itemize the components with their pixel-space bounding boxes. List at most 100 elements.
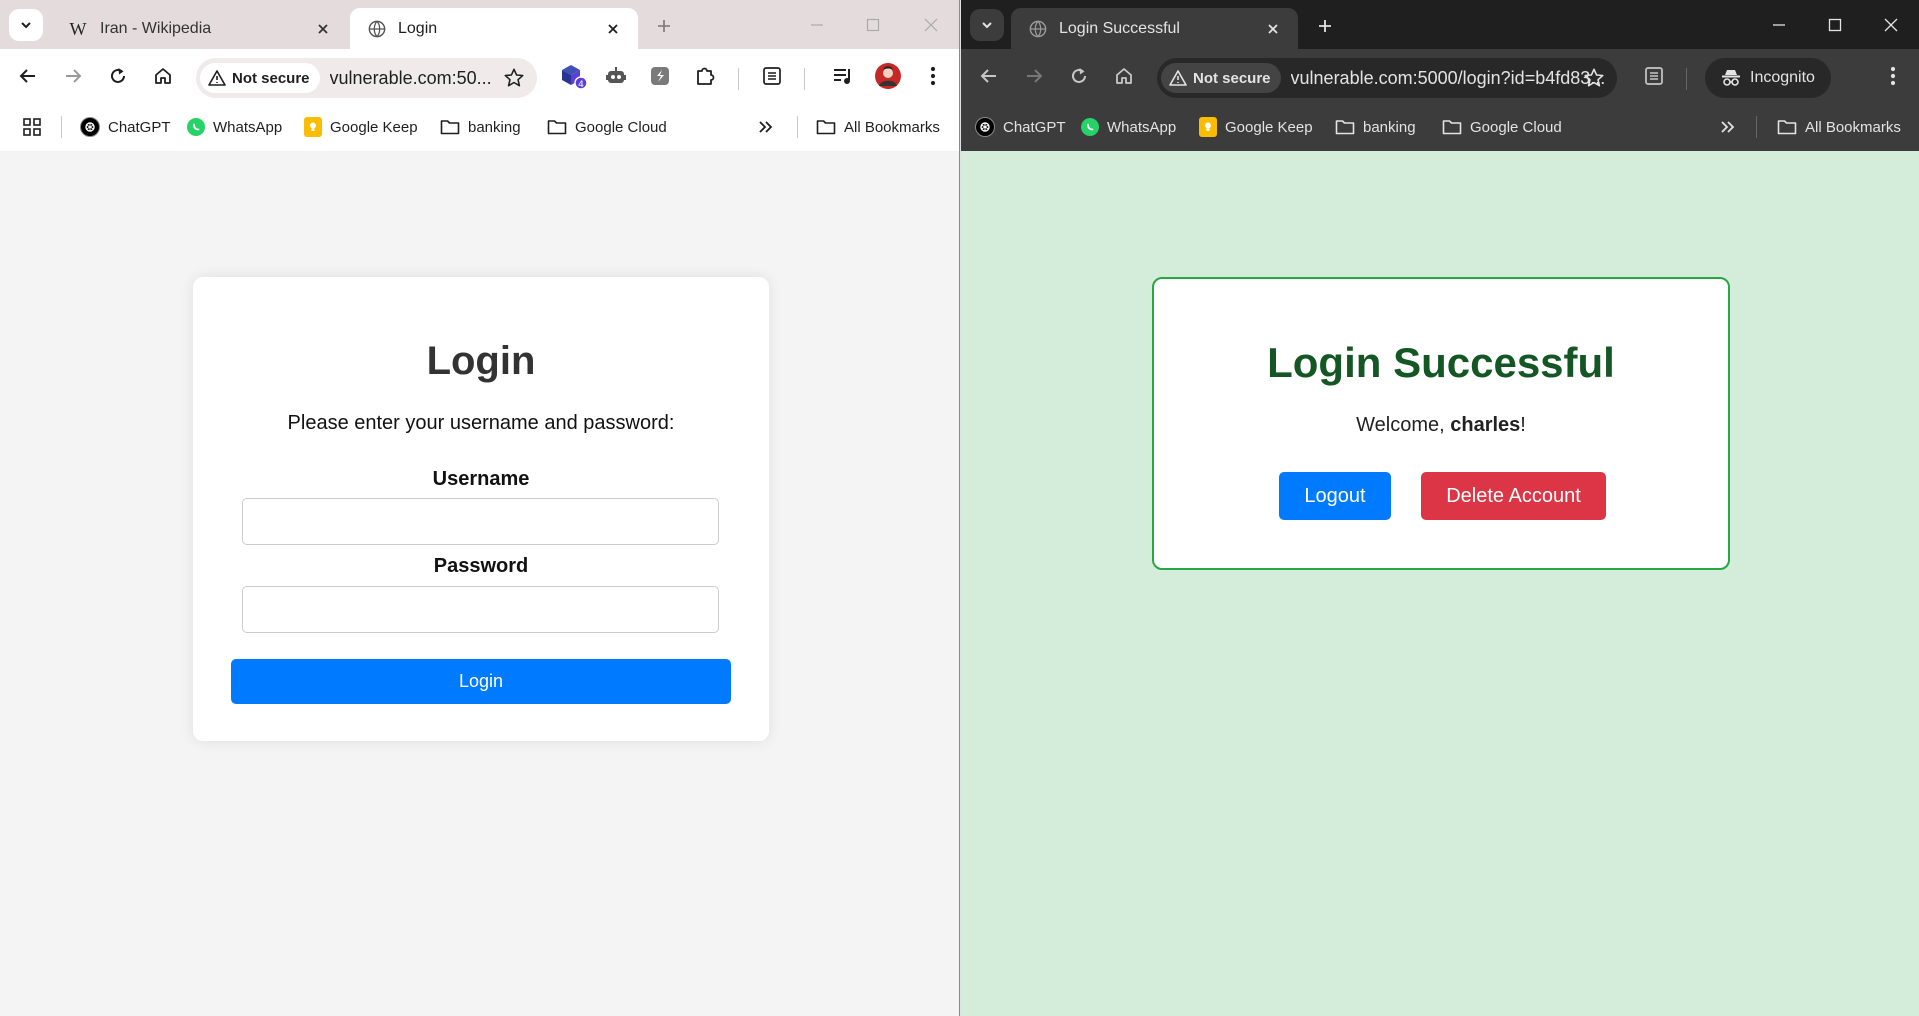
extensions-menu-button[interactable] xyxy=(690,61,720,91)
home-button[interactable] xyxy=(148,61,178,91)
close-tab-icon[interactable] xyxy=(604,20,622,38)
left-browser-window: W Iran - Wikipedia Login Not secure vuln… xyxy=(0,0,960,1016)
maximize-button[interactable] xyxy=(859,11,887,39)
google-keep-icon xyxy=(304,117,322,137)
username-label: Username xyxy=(432,468,530,490)
bookmark-folder-google-cloud[interactable]: Google Cloud xyxy=(547,116,667,138)
tab-search-button[interactable] xyxy=(9,9,43,41)
bookmark-google-keep[interactable]: Google Keep xyxy=(1199,116,1313,138)
kebab-menu-icon xyxy=(930,66,936,86)
address-bar[interactable]: Not secure vulnerable.com:50... xyxy=(196,58,537,98)
tab-login-successful[interactable]: Login Successful xyxy=(1011,8,1298,49)
new-tab-button[interactable] xyxy=(651,13,677,39)
logout-button[interactable]: Logout xyxy=(1279,472,1391,520)
bookmark-folder-banking[interactable]: banking xyxy=(1335,116,1416,138)
chevron-double-right-icon xyxy=(1721,121,1735,133)
robot-extension-button[interactable] xyxy=(601,61,631,91)
folder-icon xyxy=(1777,120,1797,135)
folder-icon xyxy=(1335,120,1355,135)
bookmark-divider xyxy=(797,116,798,138)
security-chip[interactable]: Not secure xyxy=(200,63,320,93)
extension-button[interactable]: 4 xyxy=(558,61,588,91)
bookmark-chatgpt[interactable]: ChatGPT xyxy=(975,116,1066,138)
close-icon xyxy=(924,18,938,32)
incognito-icon xyxy=(1722,70,1740,86)
home-button[interactable] xyxy=(1109,61,1139,91)
robot-icon xyxy=(606,67,626,83)
bookmarks-overflow-button[interactable] xyxy=(1720,116,1736,138)
login-submit-button[interactable]: Login xyxy=(231,659,731,704)
delete-account-button[interactable]: Delete Account xyxy=(1421,472,1606,520)
tab-search-button[interactable] xyxy=(970,9,1004,41)
success-card: Login Successful Welcome, charles! Logou… xyxy=(1152,277,1730,570)
security-chip[interactable]: Not secure xyxy=(1161,63,1281,93)
close-tab-icon[interactable] xyxy=(314,20,332,38)
bookmark-whatsapp[interactable]: WhatsApp xyxy=(1081,116,1176,138)
right-incognito-window: Login Successful Not secure vulnerable.c… xyxy=(961,0,1919,1016)
chrome-menu-button[interactable] xyxy=(1878,61,1908,91)
reading-list-button[interactable] xyxy=(757,61,787,91)
page-title: Login xyxy=(426,339,536,383)
media-controls-button[interactable] xyxy=(828,61,858,91)
chatgpt-icon xyxy=(80,117,100,137)
login-card: Login Please enter your username and pas… xyxy=(193,277,769,741)
forward-button[interactable] xyxy=(1019,61,1049,91)
back-button[interactable] xyxy=(13,61,43,91)
username-input[interactable] xyxy=(242,498,719,545)
bookmark-google-keep[interactable]: Google Keep xyxy=(304,116,418,138)
bookmarks-bar: ChatGPT WhatsApp Google Keep banking Goo… xyxy=(0,103,959,151)
back-arrow-icon xyxy=(19,69,35,83)
forward-arrow-icon xyxy=(1027,69,1043,83)
google-keep-icon xyxy=(1199,117,1217,137)
page-content: Login Successful Welcome, charles! Logou… xyxy=(961,151,1919,1016)
minimize-button[interactable] xyxy=(1765,11,1793,39)
reload-icon xyxy=(111,68,125,83)
forward-button[interactable] xyxy=(58,61,88,91)
password-input[interactable] xyxy=(242,586,719,633)
profile-avatar[interactable] xyxy=(873,61,903,91)
bookmark-star-icon[interactable] xyxy=(1583,67,1605,89)
close-tab-icon[interactable] xyxy=(1264,20,1282,38)
bookmark-chatgpt[interactable]: ChatGPT xyxy=(80,116,171,138)
tab-iran-wikipedia[interactable]: W Iran - Wikipedia xyxy=(50,8,348,49)
tab-title: Iran - Wikipedia xyxy=(100,19,212,37)
maximize-button[interactable] xyxy=(1821,11,1849,39)
reading-list-button[interactable] xyxy=(1639,61,1669,91)
bookmark-folder-banking[interactable]: banking xyxy=(440,116,521,138)
apps-grid-icon xyxy=(23,118,41,136)
bookmark-whatsapp[interactable]: WhatsApp xyxy=(187,116,282,138)
back-button[interactable] xyxy=(974,61,1004,91)
chrome-menu-button[interactable] xyxy=(918,61,948,91)
new-tab-button[interactable] xyxy=(1312,13,1338,39)
forward-arrow-icon xyxy=(66,69,82,83)
playlist-icon xyxy=(834,69,850,84)
password-label: Password xyxy=(433,555,529,577)
grey-extension-button[interactable] xyxy=(645,61,675,91)
tab-title: Login Successful xyxy=(1059,19,1180,37)
page-title: Login Successful xyxy=(1267,339,1615,386)
toolbar-divider xyxy=(804,68,805,90)
apps-button[interactable] xyxy=(22,116,42,138)
tab-title: Login xyxy=(398,19,438,37)
bookmark-star-icon[interactable] xyxy=(503,67,525,89)
close-window-button[interactable] xyxy=(1877,11,1905,39)
all-bookmarks-folder[interactable]: All Bookmarks xyxy=(816,116,940,138)
login-instructions: Please enter your username and password: xyxy=(287,412,675,434)
back-arrow-icon xyxy=(980,69,996,83)
reload-button[interactable] xyxy=(103,61,133,91)
url-text: vulnerable.com:5000/login?id=b4fd83... xyxy=(1290,67,1606,88)
bookmark-folder-google-cloud[interactable]: Google Cloud xyxy=(1442,116,1562,138)
address-bar[interactable]: Not secure vulnerable.com:5000/login?id=… xyxy=(1157,58,1617,98)
reload-icon xyxy=(1072,68,1086,83)
reload-button[interactable] xyxy=(1064,61,1094,91)
extension-cube-icon: 4 xyxy=(562,65,587,90)
bookmarks-overflow-button[interactable] xyxy=(758,116,774,138)
incognito-indicator[interactable]: Incognito xyxy=(1705,58,1831,98)
all-bookmarks-folder[interactable]: All Bookmarks xyxy=(1777,116,1901,138)
folder-icon xyxy=(547,120,567,135)
minimize-button[interactable] xyxy=(803,11,831,39)
maximize-icon xyxy=(866,18,880,32)
plus-icon xyxy=(658,20,670,32)
tab-login[interactable]: Login xyxy=(350,8,638,49)
close-window-button[interactable] xyxy=(917,11,945,39)
